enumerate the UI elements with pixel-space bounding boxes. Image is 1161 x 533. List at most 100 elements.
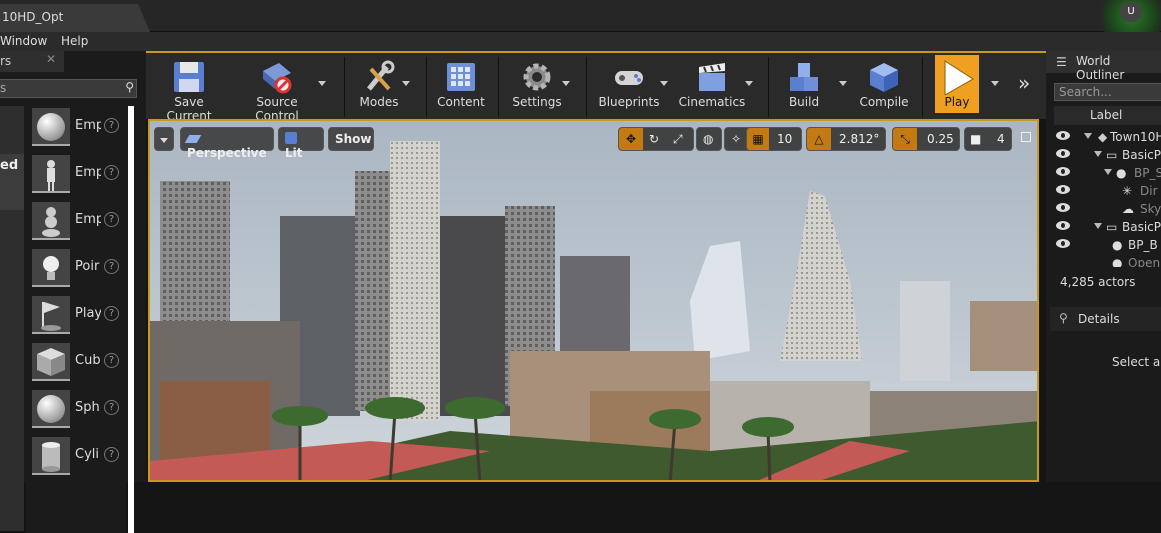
place-item[interactable]: Cyli ? [32, 435, 132, 477]
help-icon[interactable]: ? [104, 212, 119, 227]
toolbar-overflow-button[interactable]: » [1018, 71, 1030, 95]
eye-icon[interactable] [1056, 221, 1070, 230]
expand-arrow-icon[interactable] [1104, 169, 1112, 175]
move-icon[interactable]: ✥ [619, 128, 643, 150]
chevron-down-icon[interactable] [660, 81, 668, 86]
floppy-disk-icon [171, 59, 207, 95]
chevron-down-icon[interactable] [745, 81, 753, 86]
chevron-down-icon[interactable] [839, 81, 847, 86]
grid-snap-group[interactable]: ▦ 10 [746, 127, 802, 151]
play-button[interactable]: Play [935, 55, 979, 113]
help-icon[interactable]: ? [104, 306, 119, 321]
chevron-down-icon[interactable] [402, 81, 410, 86]
outliner-row[interactable]: ● Open [1054, 255, 1161, 267]
rotate-icon[interactable]: ↻ [649, 132, 659, 146]
outliner-row-label: Town10H [1110, 130, 1161, 144]
place-search-input[interactable]: s ⚲ [0, 79, 137, 98]
search-icon[interactable]: ⚲ [125, 80, 134, 94]
expand-arrow-icon[interactable] [1094, 151, 1102, 157]
eye-icon[interactable] [1056, 203, 1070, 212]
eye-icon[interactable] [1056, 185, 1070, 194]
rotation-snap-group[interactable]: △ 2.812° [806, 127, 886, 151]
cinematics-button[interactable]: Cinematics [678, 59, 746, 117]
outliner-search-input[interactable]: Search... [1054, 83, 1161, 101]
close-icon[interactable]: ✕ [46, 52, 56, 66]
source-control-button[interactable]: Source Control [234, 59, 320, 123]
outliner-row[interactable]: ● BP_B [1054, 237, 1161, 255]
category-item-selected[interactable]: ed [0, 154, 24, 210]
sphere-icon: ● [1112, 256, 1123, 267]
help-icon[interactable]: ? [104, 447, 119, 462]
place-item-label: Poir [75, 259, 100, 274]
camera-icon: ■ [970, 132, 982, 146]
place-item[interactable]: Emp ? [32, 106, 132, 148]
details-tab[interactable]: ⚲ Details [1050, 307, 1161, 331]
place-panel-tab[interactable]: rs ✕ [0, 51, 64, 72]
scale-snap-group[interactable]: ⤡ 0.25 [892, 127, 960, 151]
gear-icon [519, 59, 555, 95]
modes-button[interactable]: Modes [354, 59, 404, 117]
place-scrollbar[interactable] [128, 106, 134, 533]
help-icon[interactable]: ? [104, 165, 119, 180]
outliner-row[interactable]: ● BP_S [1054, 165, 1161, 183]
outliner-row[interactable]: ◆ Town10H [1054, 129, 1161, 147]
place-item[interactable]: Emp ? [32, 153, 132, 195]
outliner-row[interactable]: ▭ BasicP [1054, 219, 1161, 237]
save-current-button[interactable]: Save Current [152, 59, 226, 123]
world-coordinate-button[interactable]: ◍ [696, 127, 722, 151]
grid-icon: ▦ [747, 128, 769, 150]
compile-button[interactable]: Compile [858, 59, 910, 117]
perspective-button[interactable]: Perspective [180, 127, 274, 160]
menu-help[interactable]: Help [61, 34, 88, 48]
place-item[interactable]: Cub ? [32, 341, 132, 383]
chevron-down-icon[interactable] [991, 81, 999, 86]
scale-icon[interactable]: ⤢ [673, 132, 683, 147]
viewport-options-button[interactable] [154, 127, 174, 151]
place-search-value: s [0, 81, 7, 95]
expand-arrow-icon[interactable] [1084, 133, 1092, 139]
chevron-down-icon[interactable] [318, 81, 326, 86]
place-item[interactable]: Poir ? [32, 247, 132, 289]
menu-window[interactable]: Window [0, 34, 47, 48]
expand-arrow-icon[interactable] [1094, 223, 1102, 229]
maximize-viewport-icon[interactable] [1021, 132, 1031, 142]
eye-icon[interactable] [1056, 167, 1070, 176]
magnifier-icon: ⚲ [1059, 311, 1068, 325]
scale-snap-icon: ⤡ [893, 128, 917, 150]
place-item[interactable]: Play ? [32, 294, 132, 336]
main-toolbar: Save Current Source Control Modes Conten… [146, 51, 1046, 123]
content-button[interactable]: Content [436, 59, 486, 117]
blueprints-button[interactable]: Blueprints [598, 59, 660, 117]
eye-icon[interactable] [1056, 149, 1070, 158]
help-icon[interactable]: ? [104, 259, 119, 274]
outliner-row[interactable]: ☁ Sky [1054, 201, 1161, 219]
chevron-down-icon[interactable] [562, 81, 570, 86]
place-item[interactable]: Sph ? [32, 388, 132, 430]
lit-sphere-icon [285, 132, 297, 144]
settings-button[interactable]: Settings [510, 59, 564, 117]
help-icon[interactable]: ? [104, 118, 119, 133]
lit-button[interactable]: Lit [278, 127, 324, 160]
place-item[interactable]: Emp ? [32, 200, 132, 242]
label-column-header[interactable]: Label [1054, 106, 1161, 125]
outliner-row[interactable]: ▭ BasicP [1054, 147, 1161, 165]
world-outliner-header: ☰ World Outliner [1046, 51, 1161, 82]
world-outliner-title: World Outliner [1076, 54, 1125, 82]
show-label: Show [335, 132, 372, 146]
gamepad-icon [611, 59, 647, 95]
level-viewport[interactable]: Perspective Lit Show ✥ ↻ ⤢ ◍ ✧ ▦ 10 △ 2.… [148, 119, 1039, 482]
outliner-row-label: Open [1128, 256, 1161, 267]
eye-icon[interactable] [1056, 239, 1070, 248]
surface-snap-icon: ✧ [731, 132, 742, 146]
camera-speed-group[interactable]: ■ 4 [964, 127, 1012, 151]
sphere-icon [32, 390, 70, 428]
eye-icon[interactable] [1056, 131, 1070, 140]
build-button[interactable]: Build [782, 59, 826, 117]
angle-icon: △ [807, 128, 831, 150]
outliner-row[interactable]: ✳ Dir [1054, 183, 1161, 201]
help-icon[interactable]: ? [104, 353, 119, 368]
show-button[interactable]: Show [328, 127, 374, 151]
help-icon[interactable]: ? [104, 400, 119, 415]
level-tab[interactable]: 10HD_Opt [0, 4, 150, 32]
scale-snap-value: 0.25 [927, 132, 954, 146]
